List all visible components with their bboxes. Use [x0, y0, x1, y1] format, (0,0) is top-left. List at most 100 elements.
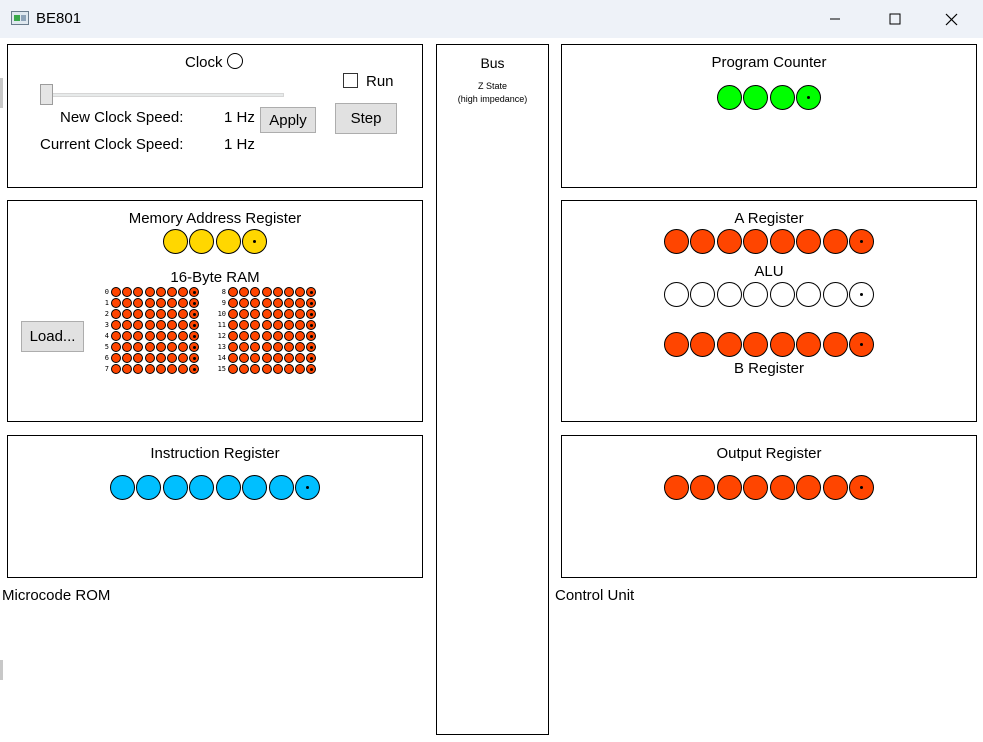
ram-bit-led	[189, 353, 200, 363]
ram-bit-led	[178, 364, 189, 374]
ram-bit-led	[284, 342, 294, 352]
ram-bit-led	[167, 353, 177, 363]
ram-address-label: 8	[221, 288, 226, 296]
clock-indicator-led	[227, 53, 243, 69]
ram-address-label: 6	[104, 354, 109, 362]
close-icon	[945, 13, 957, 25]
ram-bit-led	[306, 342, 317, 352]
ram-bit-led	[272, 287, 283, 297]
ram-bit-led	[228, 364, 238, 374]
clock-speed-slider-track[interactable]	[44, 93, 284, 97]
ram-bit-led	[295, 353, 306, 363]
ram-bit-led	[178, 287, 189, 297]
ram-bit-led	[144, 331, 155, 341]
window-edge	[0, 660, 3, 680]
instruction-register-title: Instruction Register	[150, 445, 280, 462]
ram-bit-led	[228, 287, 238, 297]
alu-led-bit-2	[796, 282, 822, 307]
bus-state-detail: (high impedance)	[457, 94, 528, 104]
a-register-led-bit-5	[716, 229, 742, 254]
output-register-led-bit-5	[716, 475, 742, 500]
ram-address-label: 2	[104, 310, 109, 318]
ram-bit-led	[228, 353, 238, 363]
ram-bit-led	[295, 287, 306, 297]
ram-bit-led	[144, 287, 155, 297]
alu-led-bit-5	[716, 282, 742, 307]
ram-bit-led	[189, 320, 200, 330]
ram-bit-led	[250, 287, 261, 297]
program-counter-led-bit-3	[716, 85, 742, 110]
output-register-led-bit-1	[822, 475, 848, 500]
ram-bit-led	[261, 353, 272, 363]
ram-bit-led	[167, 287, 177, 297]
minimize-button[interactable]	[810, 0, 860, 38]
alu-panel: A Register ALU B Register	[561, 200, 977, 422]
ram-bit-led	[250, 364, 261, 374]
maximize-icon	[889, 13, 901, 25]
ram-address-label: 7	[104, 365, 109, 373]
instruction-register-led-bit-6	[136, 475, 162, 500]
ram-bit-led	[122, 309, 133, 319]
run-checkbox[interactable]	[343, 73, 358, 88]
clock-speed-slider-thumb[interactable]	[40, 84, 53, 105]
ram-bit-led	[133, 342, 144, 352]
ram-bit-led	[111, 320, 121, 330]
current-clock-speed-value: 1 Hz	[224, 136, 255, 153]
ram-bit-led	[155, 364, 166, 374]
ram-bit-led	[272, 353, 283, 363]
b-register-led-bit-4	[743, 332, 769, 357]
alu-led-bit-4	[743, 282, 769, 307]
alu-title: ALU	[754, 263, 784, 280]
apply-button[interactable]: Apply	[260, 107, 316, 133]
output-register-led-bit-0	[849, 475, 875, 500]
ram-bit-led	[306, 298, 317, 308]
ram-address-label: 4	[104, 332, 109, 340]
ram-bit-led	[295, 364, 306, 374]
microcode-rom-label: Microcode ROM	[2, 587, 111, 604]
load-button[interactable]: Load...	[21, 321, 84, 352]
alu-led-bit-6	[690, 282, 716, 307]
ram-bit-led	[306, 364, 317, 374]
b-register-led-bit-1	[822, 332, 848, 357]
close-button[interactable]	[926, 0, 976, 38]
ram-address-label: 15	[217, 365, 226, 373]
mar-title: Memory Address Register	[128, 210, 302, 227]
instruction-register-led-bit-3	[215, 475, 241, 500]
step-button[interactable]: Step	[335, 103, 397, 134]
b-register-led-bit-2	[796, 332, 822, 357]
ram-bit-led	[189, 287, 200, 297]
b-register-led-bit-5	[716, 332, 742, 357]
ram-bit-led	[295, 331, 306, 341]
program-counter-panel: Program Counter	[561, 44, 977, 188]
output-register-led-bit-3	[769, 475, 795, 500]
run-label: Run	[366, 73, 394, 90]
ram-bit-led	[155, 331, 166, 341]
ram-bit-led	[261, 364, 272, 374]
b-register-led-bit-6	[690, 332, 716, 357]
ram-bit-led	[122, 287, 133, 297]
ram-bit-led	[272, 298, 283, 308]
ram-bit-led	[111, 331, 121, 341]
ram-bit-led	[239, 353, 250, 363]
ram-bit-led	[261, 287, 272, 297]
maximize-button[interactable]	[870, 0, 920, 38]
output-register-led-bit-6	[690, 475, 716, 500]
ram-bit-led	[228, 342, 238, 352]
ram-bit-led	[306, 331, 317, 341]
ram-bit-led	[239, 287, 250, 297]
ram-bit-led	[144, 298, 155, 308]
ram-bit-led	[133, 298, 144, 308]
ram-bit-led	[306, 320, 317, 330]
ram-address-label: 10	[217, 310, 226, 318]
ram-bit-led	[284, 309, 294, 319]
ram-bit-led	[306, 353, 317, 363]
ram-bit-led	[155, 309, 166, 319]
mar-led-bit-0	[242, 229, 268, 254]
ram-address-label: 5	[104, 343, 109, 351]
ram-bit-led	[306, 287, 317, 297]
ram-bit-led	[250, 331, 261, 341]
ram-bit-led	[272, 342, 283, 352]
clock-label: Clock	[185, 54, 223, 71]
ram-address-label: 13	[217, 343, 226, 351]
ram-bit-led	[306, 309, 317, 319]
